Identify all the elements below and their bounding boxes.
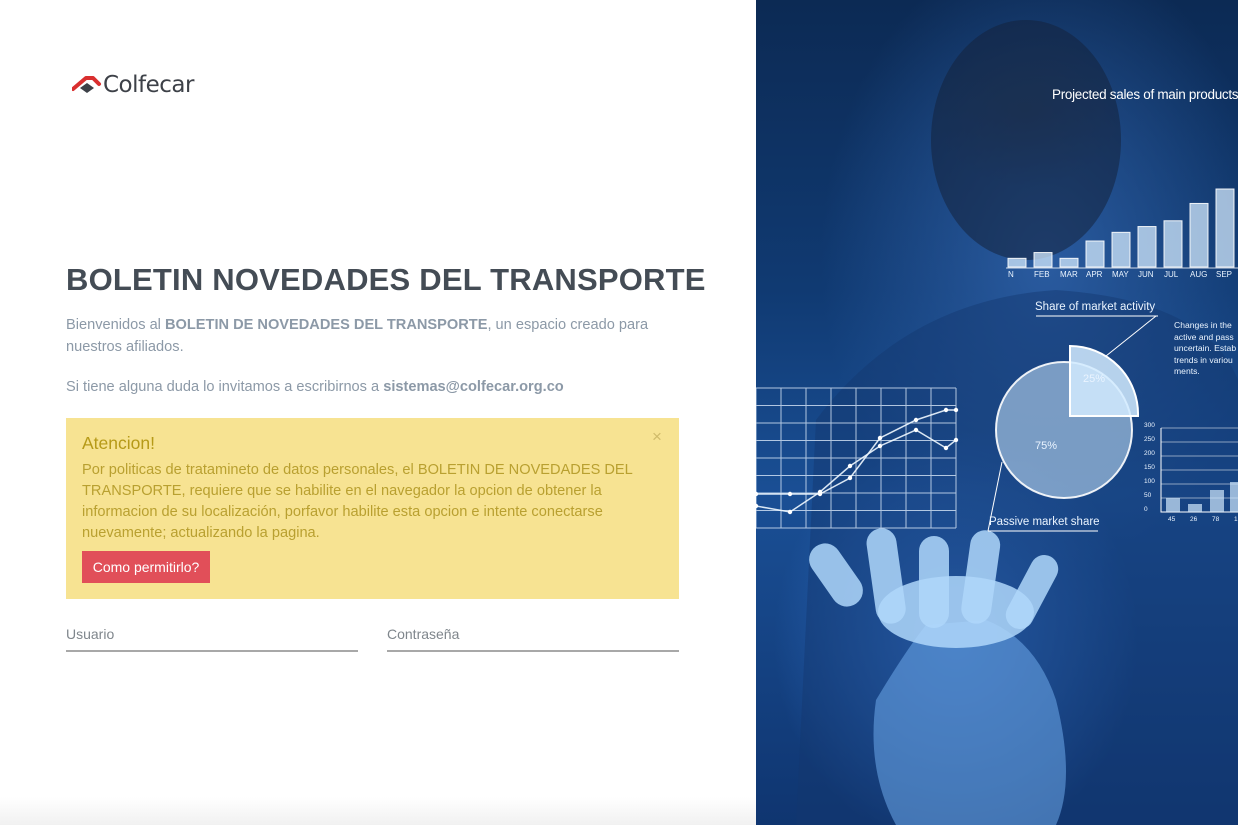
mini-chart-tick: 200 — [1144, 450, 1155, 457]
side-note-line: ments. — [1174, 366, 1200, 376]
mini-chart-bar — [1210, 490, 1224, 512]
side-note-line: trends in variou — [1174, 354, 1233, 365]
grid-chart-point — [943, 407, 949, 413]
page-title: BOLETIN NOVEDADES DEL TRANSPORTE — [66, 262, 706, 297]
how-to-allow-button[interactable]: Como permitirlo? — [82, 551, 210, 583]
projected-sales-bar — [1163, 220, 1183, 268]
mini-chart-tick: 300 — [1144, 422, 1155, 429]
contact-prefix: Si tiene alguna duda lo invitamos a escr… — [66, 379, 384, 395]
mini-chart-tick: 250 — [1144, 436, 1155, 443]
grid-chart-point — [953, 437, 959, 443]
projected-sales-bar — [1059, 257, 1079, 268]
month-label: FEB — [1034, 270, 1050, 279]
grid-chart-point — [943, 445, 949, 451]
grid-chart-point — [877, 435, 883, 441]
month-label: APR — [1086, 270, 1103, 279]
colfecar-logo-icon — [72, 76, 101, 93]
person-head-shape — [931, 20, 1121, 260]
mini-chart-bar — [1230, 482, 1238, 512]
mini-chart-tick: 0 — [1144, 506, 1148, 513]
mini-chart-x-label: 1 — [1234, 516, 1238, 523]
intro-text: Bienvenidos al BOLETIN DE NOVEDADES DEL … — [66, 315, 666, 358]
mini-chart-tick: 100 — [1144, 478, 1155, 485]
password-input[interactable] — [387, 618, 679, 652]
close-icon[interactable]: × — [649, 428, 665, 446]
alert-message: Por politicas de tratamineto de datos pe… — [82, 462, 633, 541]
pie-chart-title: Share of market activity — [1035, 301, 1156, 313]
hero-illustration — [756, 20, 1238, 825]
month-label: SEP — [1216, 270, 1233, 279]
grid-chart-point — [756, 503, 759, 509]
month-label: JUL — [1164, 270, 1179, 279]
grid-chart-point — [847, 475, 853, 481]
pie-caption: Passive market share — [989, 516, 1100, 528]
side-note: Changes in the active and pass uncertain… — [1174, 320, 1236, 378]
grid-chart-point — [787, 491, 793, 497]
brand-name: Colfecar — [103, 72, 194, 98]
grid-chart-point — [953, 407, 959, 413]
mini-chart-x-label: 78 — [1212, 516, 1220, 523]
grid-chart-point — [847, 463, 853, 469]
login-panel: Colfecar BOLETIN NOVEDADES DEL TRANSPORT… — [0, 0, 756, 825]
contact-text: Si tiene alguna duda lo invitamos a escr… — [66, 377, 564, 398]
projected-sales-bar — [1137, 226, 1157, 268]
hero-image: Projected sales of main products in Shar… — [756, 0, 1238, 825]
projected-sales-bar — [1085, 240, 1105, 268]
side-note-line: active and pass — [1174, 331, 1234, 342]
grid-chart-point — [913, 417, 919, 423]
grid-chart-point — [756, 491, 759, 497]
grid-chart-point — [787, 509, 793, 515]
grid-chart-point — [817, 489, 823, 495]
location-alert: Atencion! × Por politicas de tratamineto… — [66, 418, 679, 599]
colfecar-logo: Colfecar — [72, 70, 194, 100]
mini-chart-x-label: 45 — [1168, 516, 1176, 523]
grid-chart-point — [877, 443, 883, 449]
projected-sales-bar — [1007, 257, 1027, 268]
side-note-line: uncertain. Estab — [1174, 343, 1237, 353]
pie-label-75: 75% — [1035, 440, 1058, 452]
hero-caption: Projected sales of main products in — [1052, 87, 1238, 102]
mini-chart-bar — [1166, 498, 1180, 512]
month-label: MAR — [1060, 270, 1078, 279]
month-label: AUG — [1190, 270, 1208, 279]
projected-sales-bar — [1033, 252, 1053, 268]
grid-chart-point — [913, 427, 919, 433]
projected-sales-bar — [1111, 231, 1131, 268]
pie-label-25: 25% — [1083, 373, 1106, 385]
month-label: N — [1008, 270, 1014, 279]
mini-chart-tick: 150 — [1144, 464, 1155, 471]
username-input[interactable] — [66, 618, 358, 652]
contact-email: sistemas@colfecar.org.co — [383, 379, 564, 395]
month-label: MAY — [1112, 270, 1129, 279]
mini-chart-bar — [1188, 504, 1202, 512]
intro-prefix: Bienvenidos al — [66, 317, 165, 333]
mini-chart-x-label: 26 — [1190, 516, 1198, 523]
mini-chart-tick: 50 — [1144, 492, 1152, 499]
side-note-line: Changes in the — [1174, 320, 1232, 330]
alert-title: Atencion! — [82, 433, 155, 453]
month-label: JUN — [1138, 270, 1154, 279]
projected-sales-bar — [1215, 188, 1235, 268]
projected-sales-bar — [1189, 202, 1209, 268]
intro-strong: BOLETIN DE NOVEDADES DEL TRANSPORTE — [164, 317, 488, 333]
